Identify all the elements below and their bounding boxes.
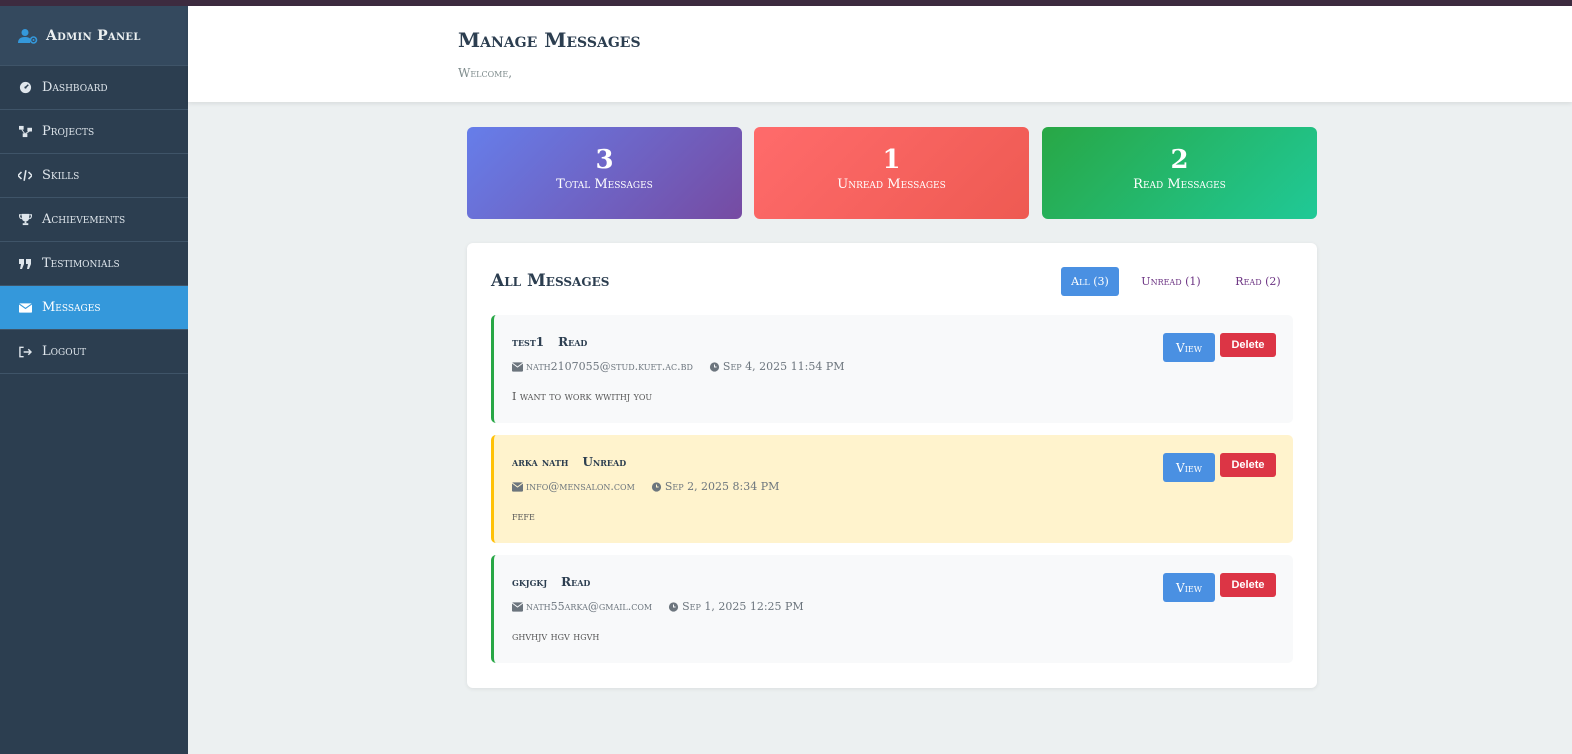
message-body: ghvhjv hgv hgvh	[512, 630, 600, 643]
delete-button[interactable]: Delete	[1220, 453, 1276, 477]
delete-button[interactable]: Delete	[1220, 333, 1276, 357]
view-button[interactable]: View	[1163, 333, 1215, 362]
sidebar-item-label: Skills	[42, 168, 80, 183]
message-sender: test1	[512, 335, 545, 349]
filter-unread-button[interactable]: Unread (1)	[1133, 267, 1209, 296]
sidebar-brand: Admin Panel	[0, 6, 188, 66]
stat-read-label: Read Messages	[1133, 177, 1226, 192]
stat-total-label: Total Messages	[556, 177, 653, 192]
message-email: info@mensalon.com	[526, 480, 635, 493]
sidebar-item-logout[interactable]: Logout	[0, 330, 188, 374]
stat-read-value: 2	[1170, 145, 1189, 175]
clock-icon	[651, 481, 661, 492]
brand-title: Admin Panel	[46, 27, 141, 44]
sidebar-item-projects[interactable]: Projects	[0, 110, 188, 154]
messages-panel: All Messages All (3) Unread (1) Read (2)…	[467, 243, 1317, 688]
logout-icon	[18, 345, 32, 359]
envelope-icon	[512, 481, 523, 492]
sidebar-item-skills[interactable]: Skills	[0, 154, 188, 198]
projects-icon	[18, 125, 32, 139]
envelope-icon	[512, 601, 523, 612]
message-sender: gkjgkj	[512, 575, 548, 589]
stat-unread-label: Unread Messages	[837, 177, 946, 192]
envelope-icon	[18, 301, 32, 315]
messages-panel-title: All Messages	[491, 271, 610, 291]
message-date: Sep 2, 2025 8:34 PM	[664, 480, 780, 493]
sidebar-item-label: Logout	[42, 344, 87, 359]
message-body: fefe	[512, 510, 535, 523]
delete-button[interactable]: Delete	[1220, 573, 1276, 597]
sidebar-item-label: Messages	[42, 300, 101, 315]
message-card: test1 Read nath2107055@stud.kuet.ac.bd S…	[491, 315, 1293, 423]
view-button[interactable]: View	[1163, 573, 1215, 602]
quote-icon	[18, 257, 32, 271]
message-date: Sep 4, 2025 11:54 PM	[722, 360, 845, 373]
sidebar-item-messages[interactable]: Messages	[0, 286, 188, 330]
sidebar-item-label: Projects	[42, 124, 95, 139]
message-email: nath2107055@stud.kuet.ac.bd	[526, 360, 693, 373]
view-button[interactable]: View	[1163, 453, 1215, 482]
dashboard-icon	[18, 81, 32, 95]
stat-card-unread: 1 Unread Messages	[754, 127, 1029, 219]
stat-card-read: 2 Read Messages	[1042, 127, 1317, 219]
filter-all-button[interactable]: All (3)	[1061, 267, 1119, 296]
sidebar-item-dashboard[interactable]: Dashboard	[0, 66, 188, 110]
message-status: Read	[561, 575, 591, 589]
clock-icon	[709, 361, 719, 372]
sidebar-item-testimonials[interactable]: Testimonials	[0, 242, 188, 286]
message-card: arka nath Unread info@mensalon.com Sep 2…	[491, 435, 1293, 543]
message-status: Read	[558, 335, 588, 349]
sidebar-item-label: Testimonials	[42, 256, 120, 271]
sidebar-item-label: Dashboard	[42, 80, 108, 95]
stat-total-value: 3	[595, 145, 614, 175]
sidebar-item-label: Achievements	[42, 212, 126, 227]
envelope-icon	[512, 361, 523, 372]
message-body: I want to work wwithj you	[512, 390, 653, 403]
message-email: nath55arka@gmail.com	[526, 600, 653, 613]
sidebar-item-achievements[interactable]: Achievements	[0, 198, 188, 242]
message-card: gkjgkj Read nath55arka@gmail.com Sep 1, …	[491, 555, 1293, 663]
page-subtitle: Welcome,	[458, 66, 513, 80]
user-cog-icon	[18, 28, 38, 44]
code-icon	[18, 169, 32, 183]
message-date: Sep 1, 2025 12:25 PM	[682, 600, 804, 613]
page-title: Manage Messages	[458, 28, 641, 52]
sidebar: Admin Panel Dashboard Projects Skills Ac…	[0, 6, 188, 754]
message-status: Unread	[582, 455, 627, 469]
filter-read-button[interactable]: Read (2)	[1227, 267, 1289, 296]
page-header: Manage Messages Welcome,	[188, 6, 1572, 102]
stat-card-total: 3 Total Messages	[467, 127, 742, 219]
trophy-icon	[18, 213, 32, 227]
stat-unread-value: 1	[882, 145, 901, 175]
message-sender: arka nath	[512, 455, 569, 469]
clock-icon	[669, 601, 679, 612]
